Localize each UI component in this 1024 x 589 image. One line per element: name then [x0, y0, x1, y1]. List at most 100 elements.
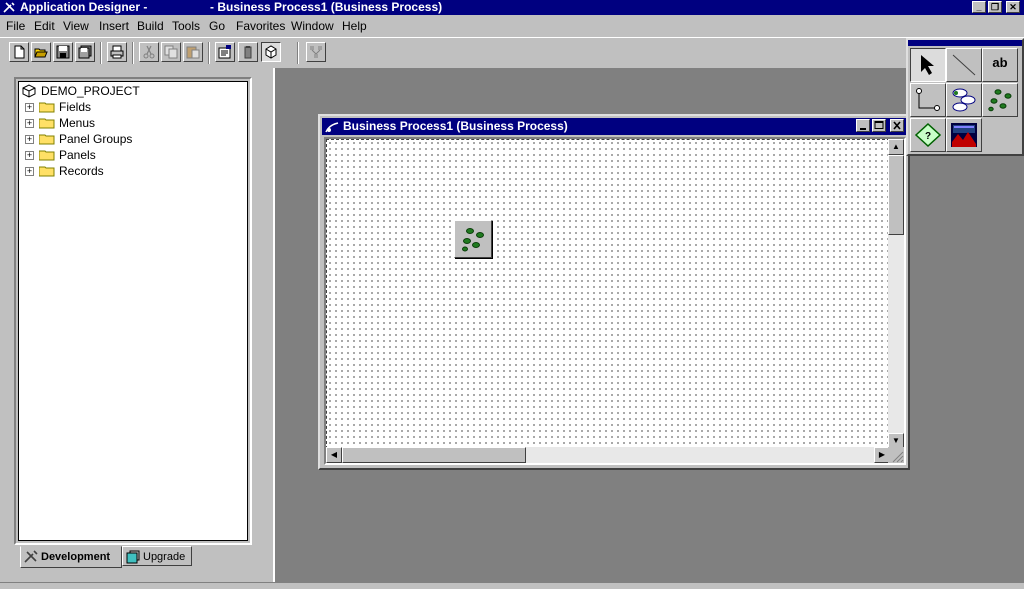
status-bar — [0, 582, 1024, 589]
arrow-left-icon: ◀ — [330, 450, 338, 459]
menu-tools[interactable]: Tools — [172, 18, 200, 34]
menu-edit[interactable]: Edit — [34, 18, 55, 34]
minimize-icon: _ — [976, 2, 982, 12]
design-canvas[interactable] — [326, 139, 890, 449]
project-workspace-icon — [265, 45, 277, 59]
menu-window[interactable]: Window — [291, 18, 334, 34]
close-icon: ✕ — [1009, 2, 1017, 12]
document-title: - Business Process1 (Business Process) — [210, 0, 443, 14]
cut-button[interactable] — [139, 42, 159, 62]
size-grip-icon — [892, 451, 904, 463]
tab-development-label: Development — [41, 551, 111, 563]
open-button[interactable] — [31, 42, 51, 62]
project-workspace-button[interactable] — [261, 42, 281, 62]
scroll-up-button[interactable]: ▲ — [888, 139, 904, 155]
new-icon — [14, 45, 25, 59]
menu-go[interactable]: Go — [209, 18, 225, 34]
design-canvas-frame: ▲ ▼ ◀ ▶ — [324, 137, 906, 465]
child-title-bar[interactable]: Business Process1 (Business Process) — [322, 118, 906, 135]
menu-insert[interactable]: Insert — [99, 18, 129, 34]
child-maximize-button[interactable] — [872, 119, 886, 132]
decision-icon: ? — [914, 122, 942, 148]
line-tool[interactable] — [946, 48, 982, 82]
pointer-tool[interactable] — [910, 48, 946, 82]
project-tree: DEMO_PROJECT + Fields + Menus + Panel Gr… — [18, 81, 248, 541]
tab-upgrade[interactable]: Upgrade — [122, 546, 192, 566]
folder-icon — [39, 166, 55, 177]
properties-icon — [218, 45, 231, 59]
print-button[interactable] — [107, 42, 127, 62]
minimize-icon — [860, 128, 866, 130]
toolbar — [0, 37, 1024, 67]
decision-tool[interactable]: ? — [910, 118, 946, 152]
maximize-icon — [874, 121, 884, 129]
activity-icon — [988, 89, 1012, 112]
child-minimize-button[interactable] — [856, 119, 870, 132]
restore-button[interactable]: ❐ — [988, 1, 1002, 13]
horizontal-scroll-thumb[interactable] — [342, 447, 526, 463]
layout-icon — [310, 46, 322, 58]
tree-item-label: Records — [59, 164, 104, 178]
vertical-scroll-thumb[interactable] — [888, 155, 904, 235]
project-workspace: DEMO_PROJECT + Fields + Menus + Panel Gr… — [0, 68, 272, 582]
text-tool[interactable]: ab — [982, 48, 1018, 82]
arrow-up-icon: ▲ — [892, 142, 900, 151]
tree-root-label: DEMO_PROJECT — [41, 84, 140, 98]
arrow-down-icon: ▼ — [892, 436, 900, 445]
tree-item-label: Panels — [59, 148, 96, 162]
save-button[interactable] — [53, 42, 73, 62]
menu-favorites[interactable]: Favorites — [236, 18, 285, 34]
layout-button[interactable] — [306, 42, 326, 62]
save-icon — [56, 45, 70, 59]
expand-icon[interactable]: + — [25, 103, 34, 112]
link-tool[interactable] — [910, 83, 946, 117]
build-button[interactable] — [238, 42, 258, 62]
expand-icon[interactable]: + — [25, 135, 34, 144]
tab-development[interactable]: Development — [20, 546, 122, 568]
expand-icon[interactable]: + — [25, 151, 34, 160]
tree-item-label: Fields — [59, 100, 92, 114]
tree-item-label: Panel Groups — [59, 132, 133, 146]
menu-build[interactable]: Build — [137, 18, 164, 34]
close-button[interactable]: ✕ — [1006, 1, 1020, 13]
child-title: Business Process1 (Business Process) — [343, 119, 568, 133]
folder-icon — [39, 102, 55, 113]
pointer-icon — [921, 55, 934, 75]
child-close-button[interactable] — [890, 119, 904, 132]
menu-help[interactable]: Help — [342, 18, 367, 34]
folder-icon — [39, 118, 55, 129]
expand-icon[interactable]: + — [25, 167, 34, 176]
activity-object[interactable] — [454, 220, 492, 258]
scroll-left-button[interactable]: ◀ — [326, 447, 342, 463]
palette-title-bar[interactable] — [908, 40, 1022, 46]
properties-button[interactable] — [215, 42, 235, 62]
menu-view[interactable]: View — [63, 18, 89, 34]
paste-button[interactable] — [183, 42, 203, 62]
toolbar-separator — [100, 42, 102, 64]
build-icon — [244, 46, 252, 59]
arrow-right-icon: ▶ — [878, 450, 886, 459]
new-button[interactable] — [9, 42, 29, 62]
size-grip[interactable] — [888, 447, 904, 463]
project-icon — [22, 84, 36, 98]
copy-button[interactable] — [161, 42, 181, 62]
app-tools-icon — [3, 2, 15, 13]
svg-text:?: ? — [925, 131, 931, 142]
business-process-tool[interactable] — [946, 83, 982, 117]
save-all-button[interactable] — [75, 42, 95, 62]
menu-file[interactable]: File — [6, 18, 25, 34]
close-icon — [893, 121, 901, 130]
menu-bar: File Edit View Insert Build Tools Go Fav… — [0, 16, 1024, 36]
horizontal-scrollbar[interactable]: ◀ ▶ — [326, 447, 890, 463]
expand-icon[interactable]: + — [25, 119, 34, 128]
minimize-button[interactable]: _ — [972, 1, 986, 13]
print-icon — [110, 45, 124, 59]
tools-icon — [24, 550, 38, 563]
cut-icon — [143, 45, 155, 59]
upgrade-icon — [126, 550, 140, 564]
vertical-scrollbar[interactable]: ▲ ▼ — [888, 139, 904, 449]
activity-tool[interactable] — [982, 83, 1018, 117]
toolbar-separator — [208, 42, 210, 64]
text-tool-label: ab — [992, 55, 1008, 70]
image-tool[interactable] — [946, 118, 982, 152]
